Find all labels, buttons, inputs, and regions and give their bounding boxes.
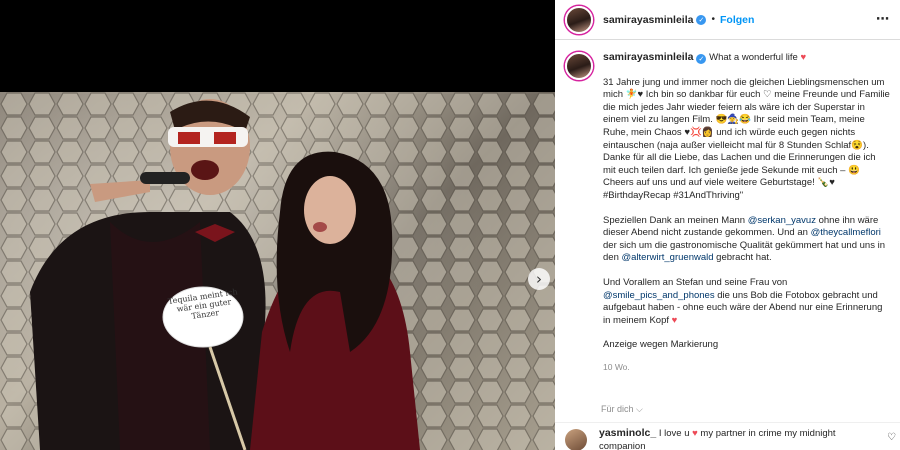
caption-paragraph-2: Speziellen Dank an meinen Mann @serkan_y… [603,215,890,265]
post-author-username[interactable]: samirayasminleila [603,14,693,26]
post-media: Tequila meint ich wär ein guter Tänzer › [0,0,555,450]
caption-paragraph-4: Anzeige wegen Markierung [603,339,719,351]
comment-item: yasminolc_ I love u ♥ my partner in crim… [555,422,900,450]
verified-badge-icon: ✓ [696,54,707,64]
caption-section: samirayasminleila ✓ What a wonderful life… [555,41,900,407]
heart-emoji-icon: ♥ [800,52,807,63]
mention-link[interactable]: @smile_pics_and_phones [603,290,715,301]
caption-avatar[interactable] [565,52,593,80]
post-header: samirayasminleila ✓ • Folgen ⋯ [555,0,900,40]
follow-button[interactable]: Folgen [720,14,754,26]
mention-link[interactable]: @theycallmeflori [811,227,881,238]
text: gebracht hat. [713,252,772,264]
post-timestamp[interactable]: 10 Wo. [603,361,890,374]
like-comment-icon[interactable]: ♡ [887,432,896,443]
verified-badge-icon: ✓ [696,14,707,25]
post-side-panel: samirayasminleila ✓ • Folgen ⋯ samirayas… [555,0,900,450]
caption-paragraph-3: Und Vorallem an Stefan und seine Frau vo… [603,277,890,327]
caption-username[interactable]: samirayasminleila [603,51,693,63]
chevron-right-icon: › [536,270,542,288]
caption-body: samirayasminleila ✓ What a wonderful life… [603,51,890,373]
couple-figures [30,99,420,450]
commenter-username[interactable]: yasminolc_ [599,427,656,439]
next-photo-button[interactable]: › [528,268,550,290]
caption-paragraph-1: 31 Jahre jung und immer noch die gleiche… [603,76,890,201]
comment-body: yasminolc_ I love u ♥ my partner in crim… [599,427,879,450]
heart-emoji-icon: ♥ [671,314,678,326]
mention-link[interactable]: @serkan_yavuz [748,215,816,226]
for-you-toggle[interactable]: Für dich ⌵ [601,404,643,415]
text: Und Vorallem an Stefan und seine Frau vo… [603,276,788,288]
post-photo[interactable]: Tequila meint ich wär ein guter Tänzer [0,92,555,450]
separator: • [711,14,715,25]
commenter-avatar[interactable] [565,429,587,450]
avatar[interactable] [565,5,593,34]
mention-link[interactable]: @alterwirt_gruenwald [622,252,714,263]
text: Speziellen Dank an meinen Mann [603,214,748,226]
comment-text: I love u [656,428,693,439]
caption-title: What a wonderful life [709,52,798,63]
more-options-icon[interactable]: ⋯ [876,12,890,27]
